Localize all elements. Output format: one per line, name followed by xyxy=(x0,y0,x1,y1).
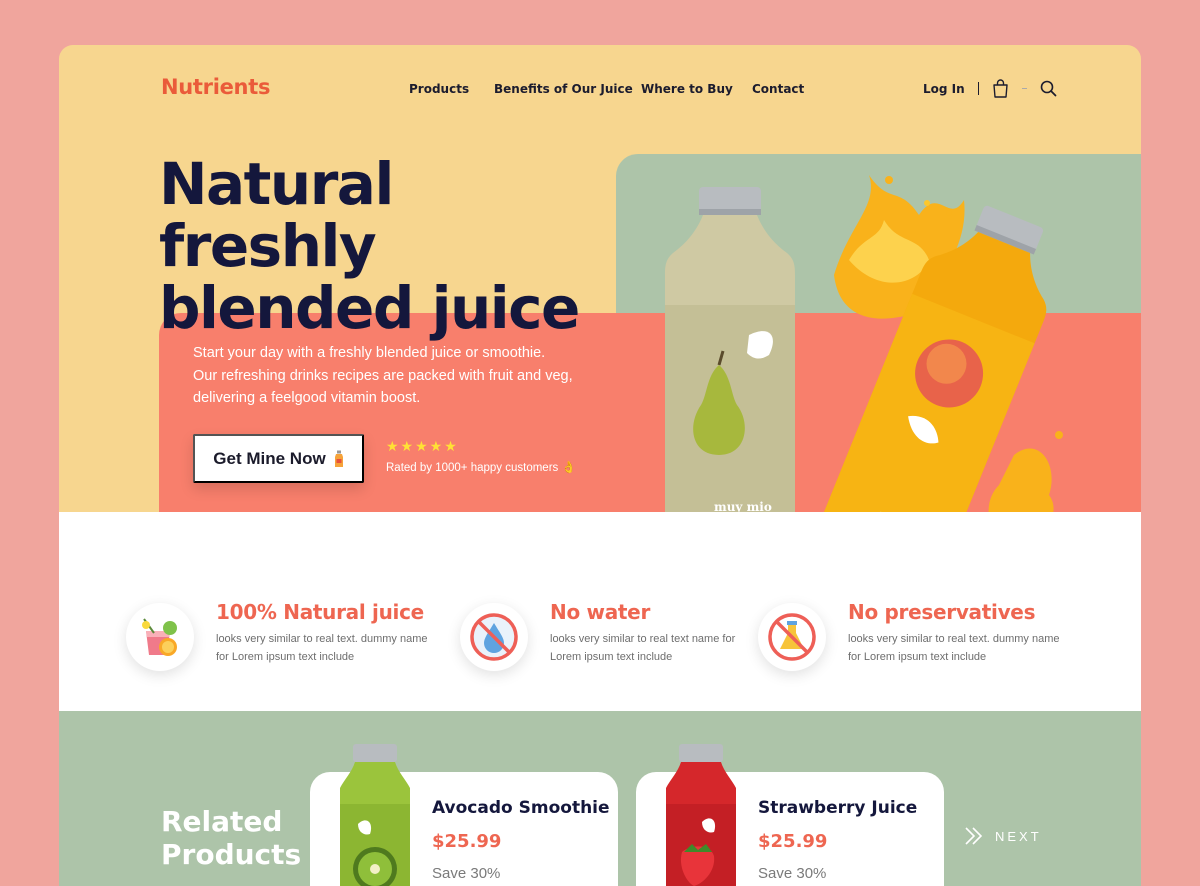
feature-title: No preservatives xyxy=(848,600,1036,624)
feature-description: looks very similar to real text name for… xyxy=(550,633,736,663)
brand-logo[interactable]: Nutrients xyxy=(161,75,270,99)
nav-contact[interactable]: Contact xyxy=(752,82,804,96)
feature-no-water: No water looks very similar to real text… xyxy=(550,600,765,666)
avocado-bottle-image xyxy=(340,744,410,886)
feature-natural: 100% Natural juice looks very similar to… xyxy=(216,600,431,666)
feature-title: 100% Natural juice xyxy=(216,600,424,624)
hero-title-line2: blended juice xyxy=(159,274,580,342)
product-save: Save 30% xyxy=(432,865,501,882)
next-label: NEXT xyxy=(995,828,1042,844)
product-card-avocado[interactable]: Avocado Smoothie $25.99 Save 30% xyxy=(310,744,618,886)
feature-description: looks very similar to real text. dummy n… xyxy=(216,633,428,663)
product-name: Avocado Smoothie xyxy=(432,798,610,818)
feature-title: No water xyxy=(550,600,651,624)
pear-juice-bottle: muy mio xyxy=(665,187,795,549)
nav-divider-dash xyxy=(1021,88,1027,89)
product-price: $25.99 xyxy=(432,831,502,852)
login-link[interactable]: Log In xyxy=(923,82,965,96)
next-button[interactable]: NEXT xyxy=(963,825,1042,847)
hero-title-line1: Natural freshly xyxy=(159,150,394,280)
product-price: $25.99 xyxy=(758,831,828,852)
feature-icon-natural xyxy=(126,603,194,671)
product-card-strawberry[interactable]: Strawberry Juice $25.99 Save 30% xyxy=(636,744,944,886)
related-title-line2: Products xyxy=(161,838,302,871)
related-title-line1: Related xyxy=(161,805,283,838)
chevrons-right-icon xyxy=(965,827,983,845)
nav-actions: Log In xyxy=(923,79,1057,98)
get-mine-now-button[interactable]: Get Mine Now xyxy=(193,434,364,483)
cart-icon[interactable] xyxy=(992,79,1009,98)
nav-products[interactable]: Products xyxy=(409,82,469,96)
juice-glass-icon xyxy=(142,618,177,656)
no-water-icon xyxy=(470,613,518,661)
cta-label: Get Mine Now xyxy=(213,448,326,468)
customer-rating: ★★★★★ Rated by 1000+ happy customers 👌 xyxy=(386,438,576,474)
hero-title: Natural freshly blended juice xyxy=(159,153,619,339)
product-save: Save 30% xyxy=(758,865,827,882)
feature-icon-preservatives xyxy=(758,603,826,671)
hero-description: Start your day with a freshly blended ju… xyxy=(193,345,573,406)
rating-text: Rated by 1000+ happy customers 👌 xyxy=(386,462,576,474)
search-icon[interactable] xyxy=(1040,80,1057,97)
feature-icon-water xyxy=(460,603,528,671)
feature-no-preservatives: No preservatives looks very similar to r… xyxy=(848,600,1063,666)
nav-where-to-buy[interactable]: Where to Buy xyxy=(641,82,733,96)
strawberry-bottle-image xyxy=(666,744,736,886)
nav-benefits[interactable]: Benefits of Our Juice xyxy=(494,82,633,96)
product-name: Strawberry Juice xyxy=(758,798,918,818)
feature-description: looks very similar to real text. dummy n… xyxy=(848,633,1060,663)
juice-bottle-icon xyxy=(334,450,344,468)
no-preservatives-icon xyxy=(768,613,816,661)
related-products-title: Related Products xyxy=(161,805,301,871)
nav-divider xyxy=(977,82,979,95)
rating-stars: ★★★★★ xyxy=(386,438,459,454)
landing-page: Nutrients Products Benefits of Our Juice… xyxy=(59,45,1141,886)
